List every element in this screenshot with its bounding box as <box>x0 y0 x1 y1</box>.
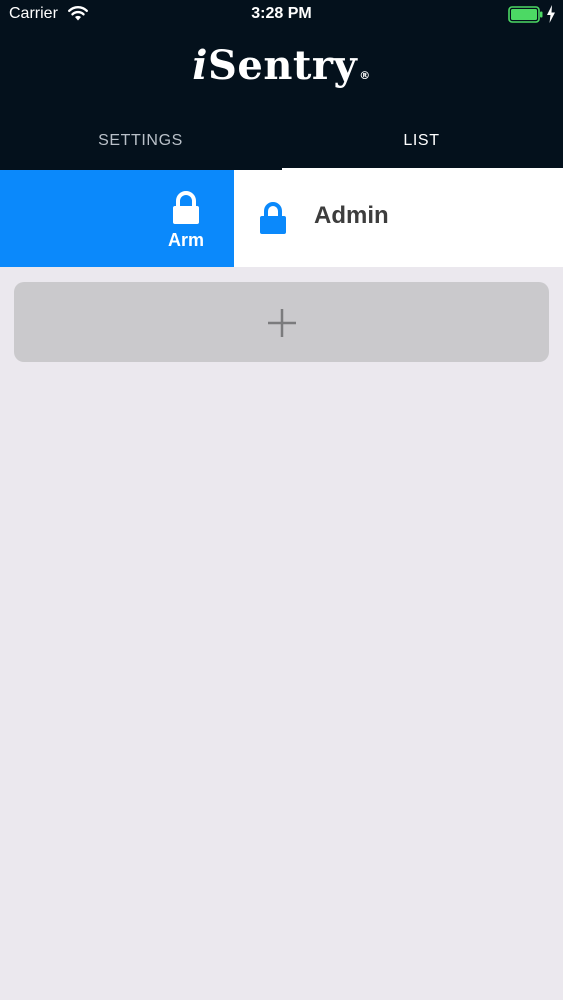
arm-label: Arm <box>167 230 204 250</box>
registered-mark: ® <box>359 69 371 82</box>
charging-bolt-icon <box>547 5 555 23</box>
app-logo: iSentry ® <box>0 42 563 89</box>
app-header: Carrier 3:28 PM iSentry ® SETTINGS LIST <box>0 0 563 171</box>
tab-list[interactable]: LIST <box>281 112 562 170</box>
battery-icon <box>508 6 543 23</box>
add-button[interactable] <box>14 282 549 362</box>
logo-text: Sentry <box>207 42 358 89</box>
status-bar: Carrier 3:28 PM <box>0 0 563 30</box>
lock-icon <box>173 191 199 224</box>
status-time: 3:28 PM <box>251 5 312 22</box>
tab-settings[interactable]: SETTINGS <box>0 112 281 170</box>
plus-icon <box>268 309 296 337</box>
tab-bar: SETTINGS LIST <box>0 112 563 171</box>
arm-swipe-button[interactable]: Arm <box>0 170 234 267</box>
lock-icon <box>260 202 286 234</box>
logo-prefix: i <box>192 42 208 89</box>
list-item-label: Admin <box>314 202 389 229</box>
list-item[interactable]: Arm Admin <box>0 170 563 267</box>
